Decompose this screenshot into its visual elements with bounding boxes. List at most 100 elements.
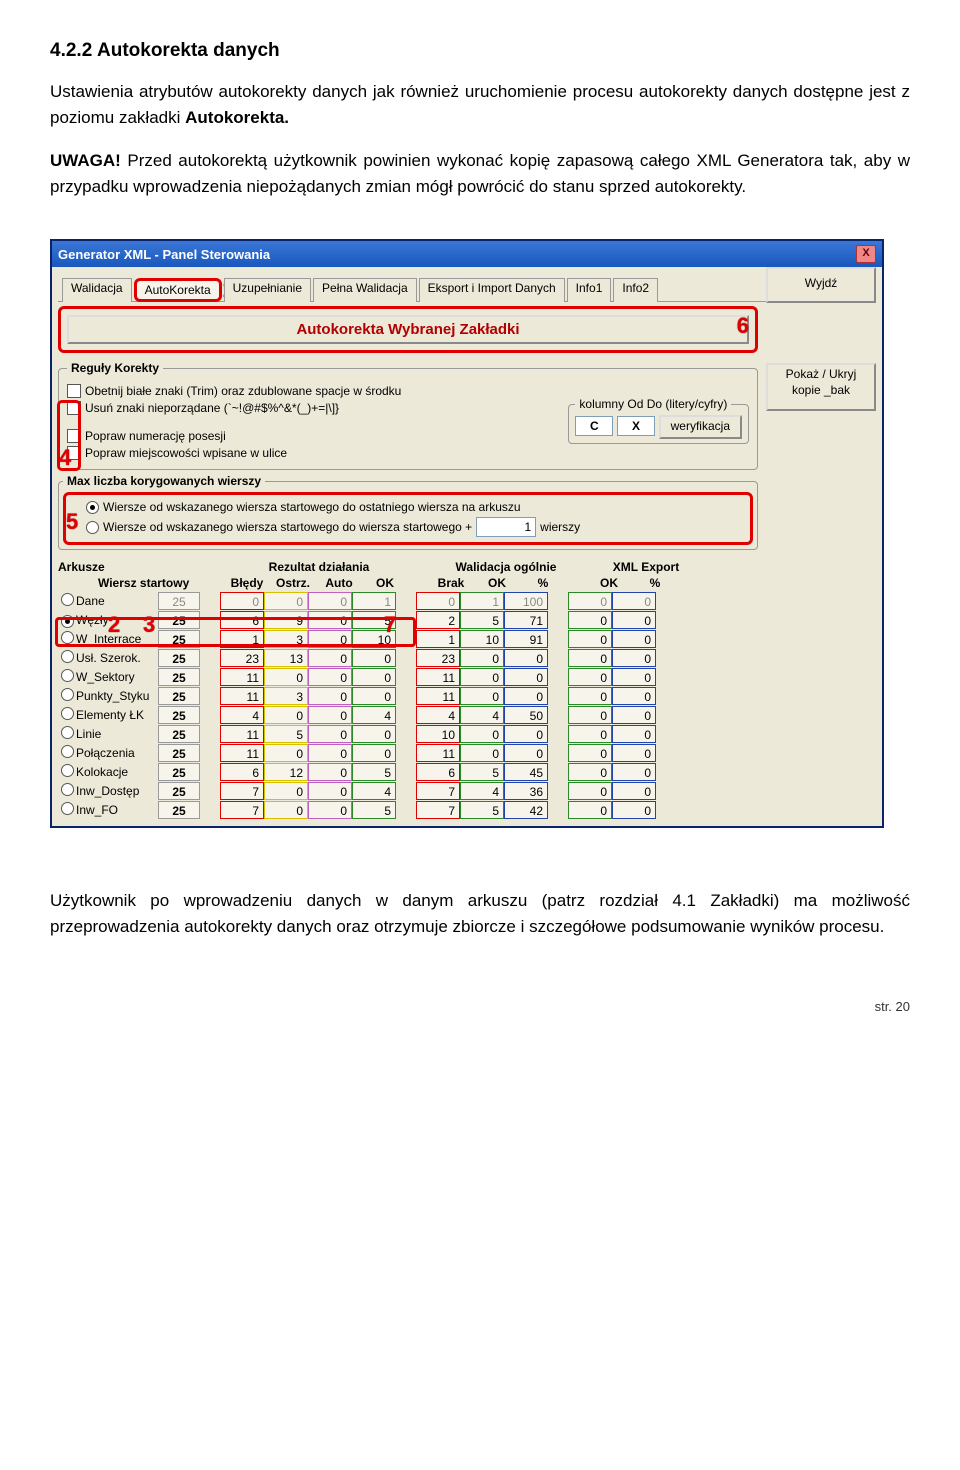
table-row: W_Interrace25130101109100 [58,630,758,648]
start-row-cell[interactable]: 25 [158,763,200,781]
intro-bold: Autokorekta. [185,108,289,127]
start-row-cell[interactable]: 25 [158,668,200,686]
start-row-cell[interactable]: 25 [158,801,200,819]
sheet-name: W_Sektory [76,670,158,684]
tab-uzupe-nianie[interactable]: Uzupełnianie [224,278,311,302]
start-row-cell[interactable]: 25 [158,706,200,724]
hdr-xok: OK [586,576,632,590]
sheet-radio[interactable] [61,669,74,682]
cell: 11 [220,668,264,686]
start-row-cell[interactable]: 25 [158,782,200,800]
cell: 0 [612,763,656,781]
col-from-input[interactable] [575,416,613,436]
table-row: Dane2500010110000 [58,592,758,610]
sheet-radio[interactable] [61,650,74,663]
window-title: Generator XML - Panel Sterowania [58,247,270,262]
tab-walidacja[interactable]: Walidacja [62,278,132,302]
start-row-cell[interactable]: 25 [158,649,200,667]
col-to-input[interactable] [617,416,655,436]
sheet-radio[interactable] [61,707,74,720]
sheet-name: Dane [76,594,158,608]
cell: 0 [308,706,352,724]
maxrows-radio-all[interactable] [86,501,99,514]
sheet-radio[interactable] [61,593,74,606]
columns-legend: kolumny Od Do (litery/cyfry) [575,397,731,411]
cell: 4 [352,706,396,724]
hdr-wstart: Wiersz startowy [98,576,204,590]
exit-button[interactable]: Wyjdź [766,267,876,303]
start-row-cell[interactable]: 25 [158,725,200,743]
close-icon[interactable]: X [856,245,876,263]
annotation-4: 4 [59,445,71,471]
cell: 0 [264,744,308,762]
cell: 7 [416,782,460,800]
sheet-radio[interactable] [61,615,74,628]
tab-pe-na-walidacja[interactable]: Pełna Walidacja [313,278,417,302]
hdr-ok2: OK [474,576,520,590]
cell: 0 [308,592,352,610]
cell: 1 [220,630,264,648]
maxrows-n-input[interactable] [476,517,536,537]
cell: 0 [460,687,504,705]
tab-eksport-i-import-danych[interactable]: Eksport i Import Danych [419,278,565,302]
cell: 10 [460,630,504,648]
verify-button[interactable]: weryfikacja [659,415,742,439]
cell: 0 [568,592,612,610]
sheet-name: Punkty_Styku [76,689,158,703]
start-row-cell[interactable]: 25 [158,630,200,648]
hdr-bledy: Błędy [224,576,270,590]
cell: 4 [460,782,504,800]
autokorekta-button[interactable]: Autokorekta Wybranej Zakładki [67,315,749,344]
cell: 11 [220,687,264,705]
hdr-rezultat: Rezultat działania [224,560,414,574]
trim-checkbox[interactable] [67,384,81,398]
show-hide-bak-button[interactable]: Pokaż / Ukryj kopie _bak [766,363,876,411]
table-row: Inw_FO257005754200 [58,801,758,819]
tab-info1[interactable]: Info1 [567,278,612,302]
warning-label: UWAGA! [50,151,121,170]
annotation-5: 5 [66,509,78,535]
app-window: Generator XML - Panel Sterowania X Walid… [50,239,884,828]
cell: 13 [264,649,308,667]
sheet-radio[interactable] [61,726,74,739]
autokorekta-button-label: Autokorekta Wybranej Zakładki [296,321,519,338]
start-row-cell[interactable]: 25 [158,592,200,610]
cell: 0 [568,801,612,819]
table-row: Linie2511500100000 [58,725,758,743]
cell: 0 [308,611,352,629]
sheet-radio[interactable] [61,764,74,777]
sheet-radio[interactable] [61,745,74,758]
table-row: Elementy ŁK254004445000 [58,706,758,724]
cell: 0 [612,782,656,800]
tab-autokorekta[interactable]: AutoKorekta1 [134,278,222,302]
tab-info2[interactable]: Info2 [613,278,658,302]
maxrows-legend: Max liczba korygowanych wierszy [63,474,265,488]
sheet-radio[interactable] [61,631,74,644]
start-row-cell[interactable]: 25 [158,687,200,705]
cell: 2 [416,611,460,629]
sheet-name: Inw_FO [76,803,158,817]
table-row: Kolokacje2561205654500 [58,763,758,781]
cell: 0 [568,668,612,686]
cell: 4 [416,706,460,724]
cell: 0 [416,592,460,610]
maxrows-radio-n[interactable] [86,521,99,534]
cell: 0 [308,687,352,705]
sheet-radio[interactable] [61,783,74,796]
cell: 0 [612,592,656,610]
sheet-radio[interactable] [61,688,74,701]
start-row-cell[interactable]: 25 [158,744,200,762]
cell: 0 [460,744,504,762]
cell: 0 [568,763,612,781]
cell: 6 [220,611,264,629]
hdr-xpct: % [632,576,678,590]
cell: 0 [568,725,612,743]
cell: 4 [352,782,396,800]
sheet-name: Linie [76,727,158,741]
sheet-radio[interactable] [61,802,74,815]
sheet-name: Usł. Szerok. [76,651,158,665]
start-row-cell[interactable]: 25 [158,611,200,629]
hdr-walidacja: Walidacja ogólnie [434,560,578,574]
cell: 5 [460,763,504,781]
maxrows-groupbox: Max liczba korygowanych wierszy 5 Wiersz… [58,474,758,550]
